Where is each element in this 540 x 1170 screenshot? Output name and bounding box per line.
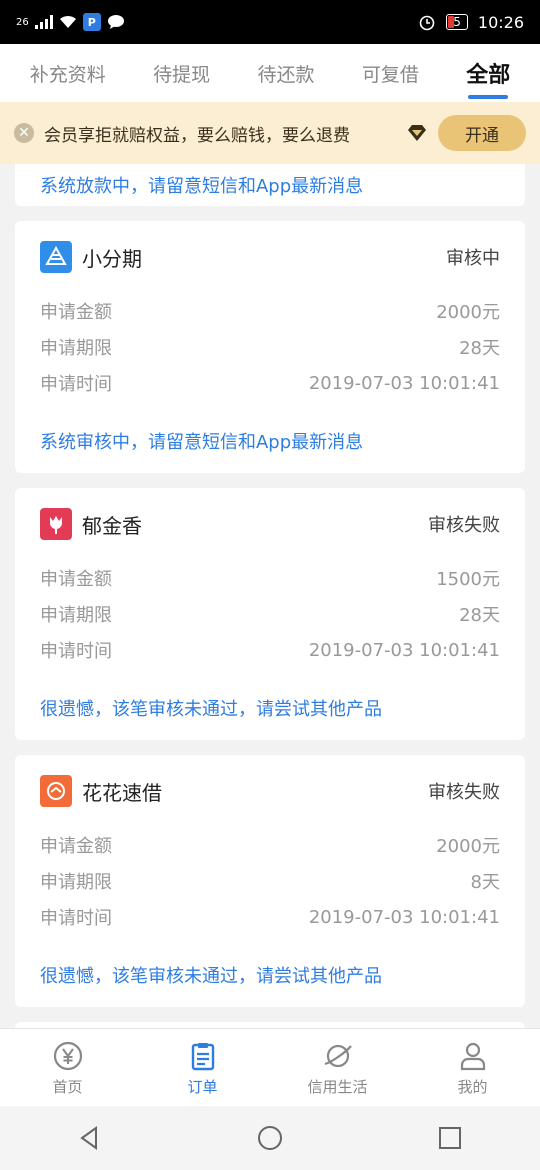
amount-label: 申请金额 — [40, 302, 112, 323]
open-membership-button[interactable]: 开通 — [438, 115, 526, 151]
order-message[interactable]: 很遗憾，该笔审核未通过，请尝试其他产品 — [40, 957, 500, 993]
nav-mine[interactable]: 我的 — [418, 1040, 528, 1097]
network-type: 26 — [16, 16, 29, 28]
tab-reborrow[interactable]: 可复借 — [362, 50, 419, 97]
status-right: 5 10:26 — [418, 13, 524, 32]
person-icon — [460, 1042, 485, 1070]
time-label: 申请时间 — [40, 908, 112, 929]
tab-supplement-info[interactable]: 补充资料 — [30, 50, 106, 97]
order-message[interactable]: 很遗憾，该笔审核未通过，请尝试其他产品 — [40, 690, 500, 726]
nav-label: 首页 — [52, 1077, 83, 1096]
amount-label: 申请金额 — [40, 836, 112, 857]
yen-coin-icon — [53, 1041, 82, 1070]
battery-icon: 5 — [446, 14, 468, 30]
term-row: 申请期限 8天 — [40, 863, 500, 899]
term-value: 8天 — [470, 872, 500, 893]
nav-credit-life[interactable]: 信用生活 — [283, 1040, 393, 1097]
order-status: 审核中 — [446, 248, 500, 269]
clipboard-icon — [191, 1042, 214, 1070]
time-value: 2019-07-03 10:01:41 — [308, 372, 500, 394]
tab-all[interactable]: 全部 — [466, 47, 510, 99]
order-list: 系统放款中，请留意短信和App最新消息 小分期 审核中 申请金额 2000元 申请… — [0, 164, 540, 1028]
amount-value: 2000元 — [436, 836, 500, 857]
amount-label: 申请金额 — [40, 569, 112, 590]
order-card[interactable]: 小分期 审核中 申请金额 2000元 申请期限 28天 申请时间 2019-07-03… — [15, 221, 525, 473]
amount-row: 申请金额 2000元 — [40, 293, 500, 329]
time-label: 申请时间 — [40, 374, 112, 395]
order-status: 审核失败 — [428, 782, 500, 803]
app-notification-icon: P — [82, 13, 101, 31]
amount-row: 申请金额 1500元 — [40, 560, 500, 596]
term-value: 28天 — [459, 338, 500, 359]
term-label: 申请期限 — [40, 872, 112, 893]
clock: 10:26 — [477, 12, 524, 32]
xiaofenqi-logo-icon — [40, 241, 72, 273]
chat-icon — [107, 15, 124, 29]
tab-pending-withdraw[interactable]: 待提现 — [153, 50, 210, 97]
amount-value: 1500元 — [436, 569, 500, 590]
planet-icon — [324, 1044, 352, 1067]
amount-row: 申请金额 2000元 — [40, 827, 500, 863]
term-value: 28天 — [459, 605, 500, 626]
nav-label: 信用生活 — [307, 1077, 368, 1096]
recents-icon[interactable] — [437, 1125, 463, 1151]
term-row: 申请期限 28天 — [40, 329, 500, 365]
home-icon[interactable] — [257, 1125, 283, 1151]
status-left: 26 P — [16, 13, 125, 31]
product-name: 郁金香 — [82, 513, 142, 538]
order-card[interactable]: 花花速借 审核失败 申请金额 2000元 申请期限 8天 申请时间 2019-07-0… — [15, 755, 525, 1007]
signal-icon — [34, 15, 53, 29]
term-label: 申请期限 — [40, 605, 112, 626]
time-row: 申请时间 2019-07-03 10:01:41 — [40, 365, 500, 401]
term-label: 申请期限 — [40, 338, 112, 359]
bottom-nav: 首页 订单 信用生活 我的 — [0, 1028, 540, 1107]
alarm-icon — [419, 15, 435, 31]
tab-pending-repay[interactable]: 待还款 — [257, 50, 314, 97]
time-value: 2019-07-03 10:01:41 — [308, 639, 500, 661]
diamond-icon — [408, 125, 426, 141]
order-card[interactable]: 郁金香 审核失败 申请金额 1500元 申请期限 28天 申请时间 2019-07-0… — [15, 488, 525, 740]
order-tabs: 补充资料 待提现 待还款 可复借 全部 — [0, 44, 540, 102]
order-card-partial[interactable]: 系统放款中，请留意短信和App最新消息 — [15, 164, 525, 206]
wifi-icon — [59, 15, 76, 28]
close-icon[interactable]: ✕ — [14, 123, 34, 143]
nav-orders[interactable]: 订单 — [148, 1040, 258, 1097]
order-message[interactable]: 系统放款中，请留意短信和App最新消息 — [40, 164, 363, 206]
banner-text: 会员享拒就赔权益，要么赔钱，要么退费 — [44, 125, 350, 146]
time-label: 申请时间 — [40, 641, 112, 662]
product-name: 小分期 — [82, 246, 142, 271]
product-name: 花花速借 — [82, 780, 162, 805]
battery-level: 5 — [453, 15, 461, 29]
time-value: 2019-07-03 10:01:41 — [308, 906, 500, 928]
huahua-logo-icon — [40, 775, 72, 807]
system-nav-bar — [0, 1106, 540, 1170]
nav-label: 我的 — [457, 1077, 488, 1096]
time-row: 申请时间 2019-07-03 10:01:41 — [40, 632, 500, 668]
time-row: 申请时间 2019-07-03 10:01:41 — [40, 899, 500, 935]
order-message[interactable]: 系统审核中，请留意短信和App最新消息 — [40, 423, 500, 459]
term-row: 申请期限 28天 — [40, 596, 500, 632]
status-bar: 26 P 5 10:26 — [0, 0, 540, 44]
membership-banner: ✕ 会员享拒就赔权益，要么赔钱，要么退费 开通 — [0, 102, 540, 164]
tulip-logo-icon — [40, 508, 72, 540]
amount-value: 2000元 — [436, 302, 500, 323]
nav-label: 订单 — [187, 1077, 218, 1096]
nav-home[interactable]: 首页 — [13, 1040, 123, 1097]
order-status: 审核失败 — [428, 515, 500, 536]
back-icon[interactable] — [77, 1125, 103, 1151]
